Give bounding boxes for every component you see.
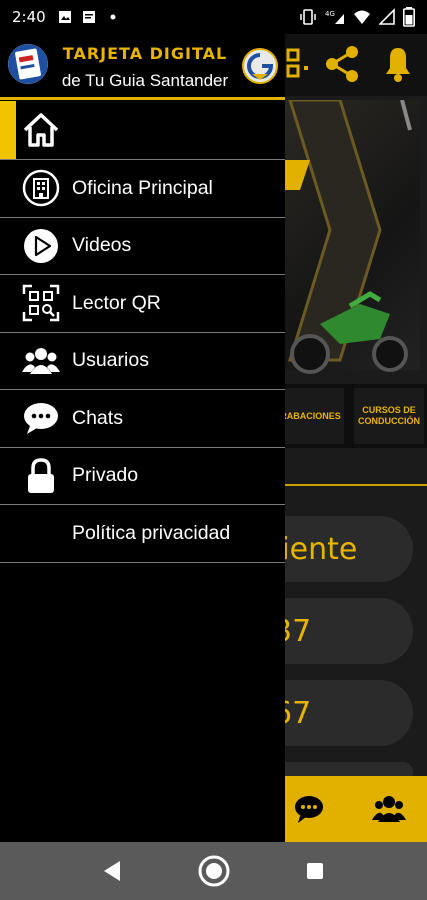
home-button-icon[interactable] bbox=[197, 854, 231, 888]
card-logo-icon bbox=[8, 44, 48, 84]
menu-item-chats[interactable]: Chats bbox=[0, 390, 285, 448]
status-bar: 2:40 4G bbox=[0, 0, 427, 34]
brand-logo bbox=[242, 48, 278, 84]
network-label: 4G bbox=[325, 10, 335, 18]
status-time: 2:40 bbox=[12, 8, 46, 26]
menu-item-label: Usuarios bbox=[72, 349, 149, 372]
menu-item-label: Política privacidad bbox=[72, 521, 231, 544]
building-icon bbox=[22, 170, 60, 207]
category-tile[interactable]: CURSOS DE CONDUCCIÓN bbox=[354, 388, 424, 444]
divider bbox=[270, 484, 427, 486]
chat-nav-icon[interactable] bbox=[292, 792, 326, 826]
lte-signal-icon: 4G bbox=[325, 10, 344, 24]
back-icon[interactable] bbox=[98, 856, 128, 886]
recents-icon[interactable] bbox=[300, 856, 330, 886]
play-icon bbox=[24, 228, 58, 263]
drawer-header: TARJETA DIGITAL de Tu Guia Santander bbox=[0, 34, 285, 100]
system-nav-bar bbox=[0, 842, 427, 900]
vibrate-icon bbox=[300, 9, 316, 25]
active-indicator bbox=[0, 101, 16, 159]
lock-icon bbox=[28, 457, 54, 493]
header-title: TARJETA DIGITAL bbox=[62, 44, 228, 63]
chat-icon bbox=[24, 403, 58, 435]
share-icon[interactable] bbox=[322, 44, 362, 84]
battery-icon bbox=[403, 7, 415, 27]
app-logo bbox=[8, 44, 48, 84]
menu-item-label: Privado bbox=[72, 464, 139, 487]
message-notification-icon bbox=[82, 11, 95, 23]
header-subtitle: de Tu Guia Santander bbox=[61, 71, 229, 90]
menu-item-oficina-principal[interactable]: Oficina Principal bbox=[0, 160, 285, 218]
navigation-drawer: TARJETA DIGITAL de Tu Guia Santander Ofi… bbox=[0, 34, 285, 842]
menu-item-label: Oficina Principal bbox=[72, 176, 213, 199]
menu-item-label: Chats bbox=[72, 406, 123, 429]
menu-item-label: Videos bbox=[72, 234, 132, 257]
users-nav-icon[interactable] bbox=[372, 792, 406, 826]
drawer-menu: Oficina Principal Videos Lector QR Usuar… bbox=[0, 101, 285, 563]
dot-notification-icon bbox=[110, 14, 116, 20]
menu-item-lector-qr[interactable]: Lector QR bbox=[0, 275, 285, 333]
cell-signal-icon bbox=[379, 8, 395, 25]
menu-item-label: Lector QR bbox=[72, 291, 161, 314]
brand-mark-icon bbox=[247, 53, 274, 80]
image-notification-icon bbox=[58, 11, 71, 23]
motorcycle-image bbox=[290, 291, 408, 374]
qr-code-icon[interactable] bbox=[284, 44, 324, 84]
menu-item-home[interactable] bbox=[0, 101, 285, 160]
menu-item-privado[interactable]: Privado bbox=[0, 448, 285, 505]
wifi-icon bbox=[354, 10, 370, 24]
category-strip: GRABACIONES CURSOS DE CONDUCCIÓN bbox=[270, 384, 427, 448]
menu-item-videos[interactable]: Videos bbox=[0, 218, 285, 275]
bell-icon[interactable] bbox=[378, 44, 418, 84]
menu-item-politica-privacidad[interactable]: Política privacidad bbox=[0, 505, 285, 563]
menu-item-usuarios[interactable]: Usuarios bbox=[0, 333, 285, 390]
qr-scan-icon bbox=[22, 285, 60, 322]
users-icon bbox=[22, 347, 60, 374]
home-icon bbox=[23, 113, 59, 147]
